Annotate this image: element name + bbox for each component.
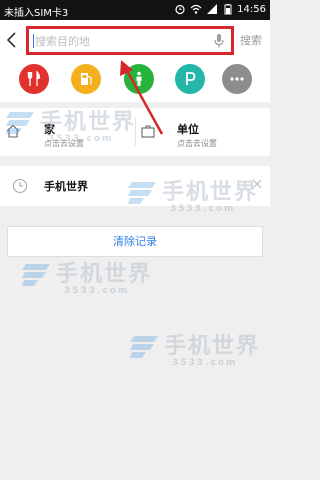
category-gas-button[interactable] xyxy=(71,64,101,94)
gas-pump-icon xyxy=(81,73,92,85)
watermark-logo-icon xyxy=(22,264,50,286)
search-header: 搜索 xyxy=(0,20,270,60)
microphone-icon[interactable] xyxy=(213,33,225,49)
category-more-button[interactable] xyxy=(222,64,252,94)
fork-knife-icon xyxy=(27,70,41,86)
watermark: 手机世界 3533.com xyxy=(6,110,137,144)
watermark-text: 手机世界 xyxy=(40,110,137,135)
watermark-text: 手机世界 xyxy=(56,262,153,287)
watermark: 手机世界 3533.com xyxy=(130,334,261,368)
battery-icon xyxy=(224,4,232,15)
watermark-logo-icon xyxy=(130,336,158,358)
history-item-text: 手机世界 xyxy=(44,180,88,193)
watermark-number: 3533.com xyxy=(64,286,130,296)
briefcase-icon xyxy=(141,125,155,138)
watermark-logo-icon xyxy=(6,112,34,134)
signal-icon xyxy=(207,4,217,14)
category-parking-button[interactable] xyxy=(175,64,205,94)
text-caret xyxy=(33,34,34,48)
watermark-number: 3533.com xyxy=(170,204,236,214)
watermark-text: 手机世界 xyxy=(162,180,259,205)
wifi-icon xyxy=(190,4,202,14)
parking-icon xyxy=(186,72,196,85)
watermark-number: 3533.com xyxy=(172,358,238,368)
search-input[interactable] xyxy=(35,32,205,50)
clock-time: 14:56 xyxy=(237,4,266,15)
status-icons xyxy=(174,3,234,15)
watermark-logo-icon xyxy=(128,182,156,204)
alarm-icon xyxy=(175,4,185,15)
watermark: 手机世界 3533.com xyxy=(22,262,153,296)
category-shortcuts xyxy=(0,60,270,102)
status-bar: 未插入SIM卡3 14:56 xyxy=(0,0,270,20)
category-toilet-button[interactable] xyxy=(124,64,154,94)
category-food-button[interactable] xyxy=(19,64,49,94)
work-shortcut[interactable]: 单位 点击去设置 xyxy=(135,108,270,156)
work-title: 单位 xyxy=(177,123,199,136)
carrier-text: 未插入SIM卡3 xyxy=(4,8,69,19)
search-button[interactable]: 搜索 xyxy=(240,32,262,48)
toilet-icon xyxy=(136,71,142,86)
watermark-text: 手机世界 xyxy=(164,334,261,359)
clear-history-button[interactable]: 清除记录 xyxy=(7,226,263,257)
clock-icon xyxy=(12,178,28,194)
back-arrow-icon[interactable] xyxy=(4,28,20,52)
search-box[interactable] xyxy=(26,26,234,55)
watermark-number: 3533.com xyxy=(48,134,114,144)
work-subtitle: 点击去设置 xyxy=(177,139,217,148)
more-icon xyxy=(230,77,244,81)
watermark: 手机世界 3533.com xyxy=(128,180,259,214)
